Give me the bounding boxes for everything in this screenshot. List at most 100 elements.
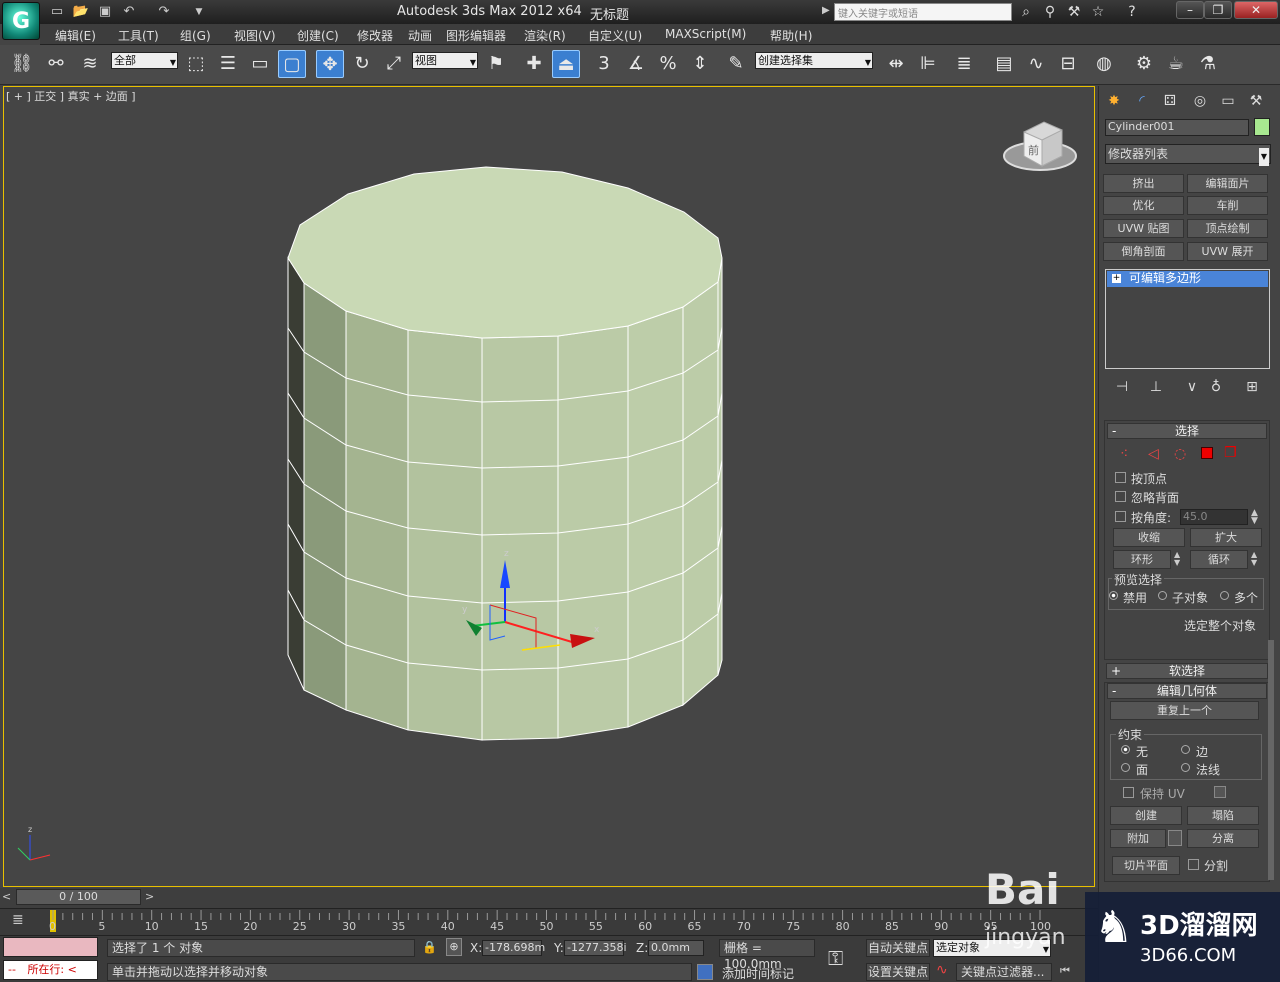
edit-geometry-rollout-header[interactable]: - 编辑几何体 [1107,683,1267,699]
preserve-uv-checkbox[interactable] [1123,787,1134,798]
rendered-frame-window-icon[interactable]: ☕ [1162,50,1190,78]
element-subobject-icon[interactable]: ❒ [1224,445,1237,461]
polygon-subobject-icon[interactable] [1201,447,1213,459]
curve-editor-mini-icon[interactable]: ≣ [12,912,24,928]
object-color-swatch[interactable] [1254,118,1270,136]
lathe-modifier-button[interactable]: 车削 [1187,196,1268,215]
by-angle-label: 按角度: [1131,511,1172,525]
hierarchy-tab-icon[interactable]: ⚃ [1158,90,1182,112]
create-button[interactable]: 创建 [1110,806,1182,825]
shrink-button[interactable]: 收缩 [1113,528,1185,547]
command-panel-scrollbar[interactable] [1268,640,1274,880]
by-angle-checkbox[interactable] [1115,511,1126,522]
restore-button[interactable]: ❐ [1204,1,1232,19]
key-filters-curve-icon[interactable]: ∿ [936,962,948,978]
minimize-button[interactable]: – [1176,1,1204,19]
maxscript-listener[interactable] [3,937,98,957]
close-button[interactable]: ✕ [1234,1,1278,19]
selection-status: 选择了 1 个 对象 [107,939,415,957]
help-icon[interactable]: ? [1122,2,1142,22]
time-slider-next-icon[interactable]: > [145,890,154,903]
attach-button[interactable]: 附加 [1110,829,1166,848]
grow-button[interactable]: 扩大 [1190,528,1262,547]
go-to-start-icon[interactable]: ⏮ [1060,964,1070,978]
by-vertex-checkbox[interactable] [1115,472,1126,483]
constraint-normal-radio[interactable] [1181,763,1190,772]
track-bar-tick-label: 75 [786,920,801,933]
constraint-face-radio[interactable] [1121,763,1130,772]
3d66-watermark-url: 3D66.COM [1140,945,1237,966]
y-coordinate-field[interactable]: -1277.358i [564,940,627,956]
attach-list-icon[interactable] [1168,830,1182,846]
display-tab-icon[interactable]: ▭ [1216,90,1240,112]
key-filters-button[interactable]: 关键点过滤器... [956,963,1052,981]
preview-off-radio[interactable] [1109,591,1118,600]
stack-expand-icon[interactable]: + [1112,274,1121,283]
modifier-list-dropdown[interactable]: 修改器列表 ▼ [1105,144,1271,166]
lock-selection-icon[interactable]: 🔒 [422,940,437,954]
ring-spinner-icon[interactable]: ▲ ▼ [1174,551,1180,567]
edge-subobject-icon[interactable]: ◁ [1148,446,1159,462]
preview-multi-radio[interactable] [1220,591,1229,600]
set-key-icon[interactable]: ⚿ [828,946,843,970]
time-slider[interactable]: 0 / 100 [16,889,141,905]
vertex-paint-modifier-button[interactable]: 顶点绘制 [1187,219,1268,238]
make-unique-icon[interactable]: ∨ [1180,376,1204,398]
running-line[interactable]: -- 所在行: < [3,960,98,980]
utilities-tab-icon[interactable]: ⚒ [1244,90,1268,112]
render-production-icon[interactable]: ⚗ [1194,50,1222,78]
create-tab-icon[interactable]: ✸ [1102,90,1126,112]
render-setup-icon[interactable]: ⚙ [1130,50,1158,78]
angle-spinner[interactable]: 45.0 [1180,509,1248,525]
ignore-backfacing-checkbox[interactable] [1115,491,1126,502]
configure-modifier-sets-icon[interactable]: ⊞ [1240,376,1264,398]
motion-tab-icon[interactable]: ◎ [1188,90,1212,112]
set-key-button[interactable]: 设置关键点 [866,963,930,981]
app-logo-button[interactable]: G [2,2,40,40]
preserve-uv-label: 保持 UV [1140,787,1185,801]
angle-spinner-arrows-icon[interactable]: ▲ ▼ [1251,509,1258,526]
x-label: X: [470,941,483,955]
preview-subobject-label: 子对象 [1172,591,1209,605]
time-slider-prev-icon[interactable]: < [2,890,11,903]
uvw-map-modifier-button[interactable]: UVW 贴图 [1103,219,1184,238]
object-name-field[interactable]: Cylinder001 [1105,119,1249,136]
constraint-edge-radio[interactable] [1181,745,1190,754]
viewcube[interactable]: 前 [1002,118,1078,178]
viewcube-face-label: 前 [1028,143,1039,157]
z-coordinate-field[interactable]: 0.0mm [648,940,704,956]
stack-item-editable-poly[interactable]: 可编辑多边形 [1107,271,1268,287]
absolute-mode-icon[interactable]: ⊕ [446,938,462,956]
optimize-modifier-button[interactable]: 优化 [1103,196,1184,215]
time-tag-icon[interactable] [697,964,713,980]
unwrap-uvw-modifier-button[interactable]: UVW 展开 [1187,242,1268,261]
pin-stack-icon[interactable]: ⊣ [1110,376,1134,398]
ring-button[interactable]: 环形 [1113,550,1171,569]
slice-plane-button[interactable]: 切片平面 [1112,856,1180,875]
x-coordinate-field[interactable]: -178.698m [482,940,545,956]
border-subobject-icon[interactable]: ◌ [1174,446,1186,462]
vertex-subobject-icon[interactable]: ⁖ [1120,446,1128,462]
selection-rollout-header[interactable]: - 选择 [1107,423,1267,439]
detach-button[interactable]: 分离 [1187,829,1259,848]
constraint-none-radio[interactable] [1121,745,1130,754]
repeat-last-button[interactable]: 重复上一个 [1110,701,1259,720]
loop-button[interactable]: 循环 [1190,550,1248,569]
bevel-profile-modifier-button[interactable]: 倒角剖面 [1103,242,1184,261]
modify-tab-icon[interactable]: ◜ [1130,90,1154,112]
constraint-normal-label: 法线 [1196,763,1221,777]
loop-spinner-icon[interactable]: ▲ ▼ [1251,551,1257,567]
show-end-result-icon[interactable]: ⊥ [1144,376,1168,398]
svg-text:z: z [28,825,32,834]
extrude-modifier-button[interactable]: 挤出 [1103,174,1184,193]
soft-selection-rollout-header[interactable]: + 软选择 [1106,663,1268,679]
collapse-button[interactable]: 塌陷 [1187,806,1259,825]
preserve-uv-settings-icon[interactable] [1214,786,1226,798]
add-time-tag-label[interactable]: 添加时间标记 [722,965,794,982]
split-checkbox[interactable] [1188,859,1199,870]
auto-key-button[interactable]: 自动关键点 [866,939,930,957]
edit-patch-modifier-button[interactable]: 编辑面片 [1187,174,1268,193]
remove-modifier-icon[interactable]: ♁ [1204,376,1228,398]
preview-subobject-radio[interactable] [1158,591,1167,600]
cylinder-object[interactable]: z y x z [0,0,1095,887]
